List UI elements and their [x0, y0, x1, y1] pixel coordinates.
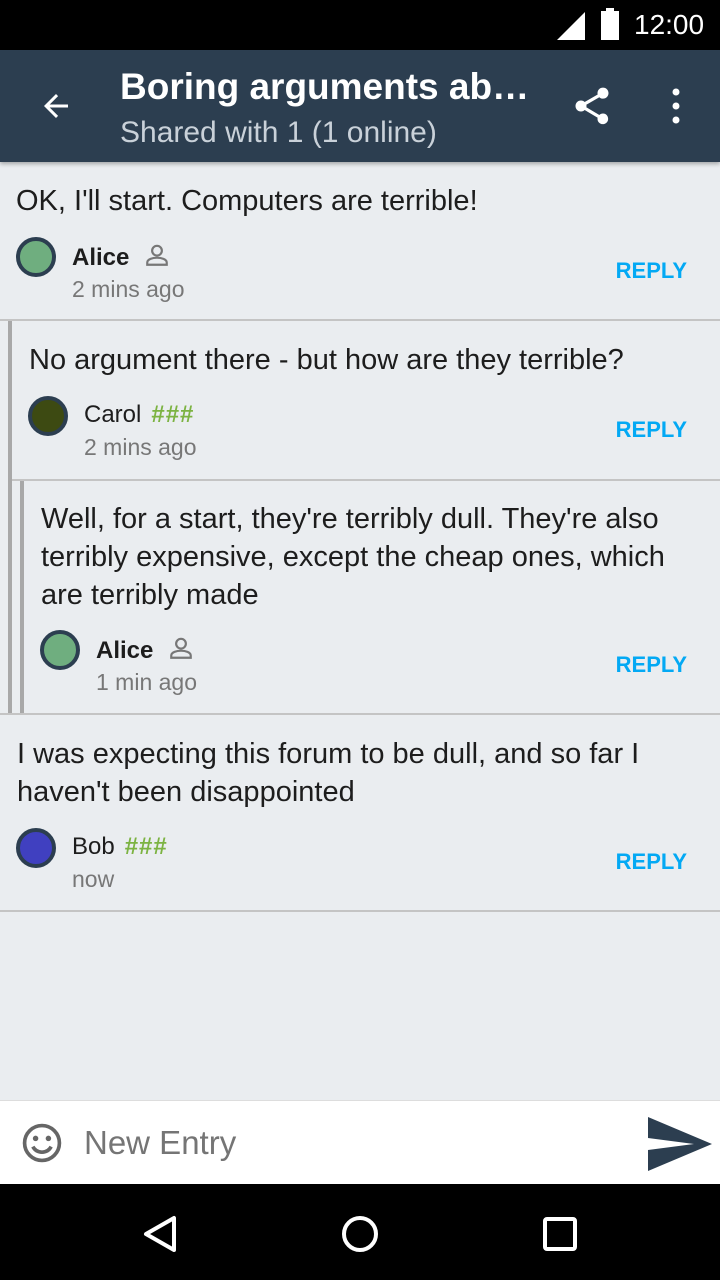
- reply-button[interactable]: REPLY: [616, 417, 687, 443]
- comment-text: No argument there - but how are they ter…: [29, 344, 624, 376]
- comment-text: Well, for a start, they're terribly dull…: [41, 503, 665, 611]
- signal-icon: [557, 12, 585, 40]
- status-bar: 12:00: [0, 0, 720, 50]
- avatar: [40, 630, 80, 670]
- reply-button[interactable]: REPLY: [616, 652, 687, 678]
- page-title: Boring arguments ab…: [120, 66, 530, 107]
- home-nav-icon[interactable]: [340, 1214, 380, 1254]
- tag-badge: ###: [124, 833, 168, 860]
- comment-text: OK, I'll start. Computers are terrible!: [16, 185, 478, 217]
- author-name: Alice: [72, 242, 170, 272]
- divider: [0, 319, 720, 321]
- new-entry-input[interactable]: [84, 1119, 624, 1167]
- comment-text: I was expecting this forum to be dull, a…: [17, 738, 640, 808]
- back-nav-icon[interactable]: [140, 1214, 180, 1254]
- divider: [0, 910, 720, 912]
- author-name: Bob ###: [72, 833, 168, 860]
- navigation-bar: [0, 1184, 720, 1280]
- thread-indent-bar: [20, 481, 24, 715]
- author-name: Carol ###: [84, 401, 195, 428]
- divider: [0, 713, 720, 715]
- emoji-icon[interactable]: [20, 1121, 64, 1165]
- timestamp: 1 min ago: [96, 669, 198, 695]
- person-icon: [146, 244, 168, 266]
- page-subtitle: Shared with 1 (1 online): [120, 116, 437, 149]
- more-options-icon[interactable]: [664, 86, 688, 126]
- battery-icon: [601, 8, 619, 40]
- send-icon[interactable]: [646, 1115, 714, 1173]
- author-name: Alice: [96, 635, 194, 665]
- share-icon[interactable]: [570, 84, 614, 128]
- avatar: [28, 396, 68, 436]
- comment: OK, I'll start. Computers are terrible! …: [0, 162, 720, 322]
- recents-nav-icon[interactable]: [542, 1216, 578, 1252]
- back-arrow-icon[interactable]: [38, 88, 74, 124]
- timestamp: now: [72, 866, 115, 892]
- clock: 12:00: [634, 9, 705, 40]
- person-icon: [170, 637, 192, 659]
- timestamp: 2 mins ago: [84, 434, 197, 460]
- reply-button[interactable]: REPLY: [616, 258, 687, 284]
- reply-button[interactable]: REPLY: [616, 849, 687, 875]
- thread-indent-bar: [8, 321, 12, 715]
- composer: [0, 1100, 720, 1184]
- divider: [12, 479, 720, 481]
- app-bar: Boring arguments ab… Shared with 1 (1 on…: [0, 50, 720, 162]
- avatar: [16, 237, 56, 277]
- tag-badge: ###: [151, 401, 195, 428]
- avatar: [16, 828, 56, 868]
- timestamp: 2 mins ago: [72, 276, 185, 302]
